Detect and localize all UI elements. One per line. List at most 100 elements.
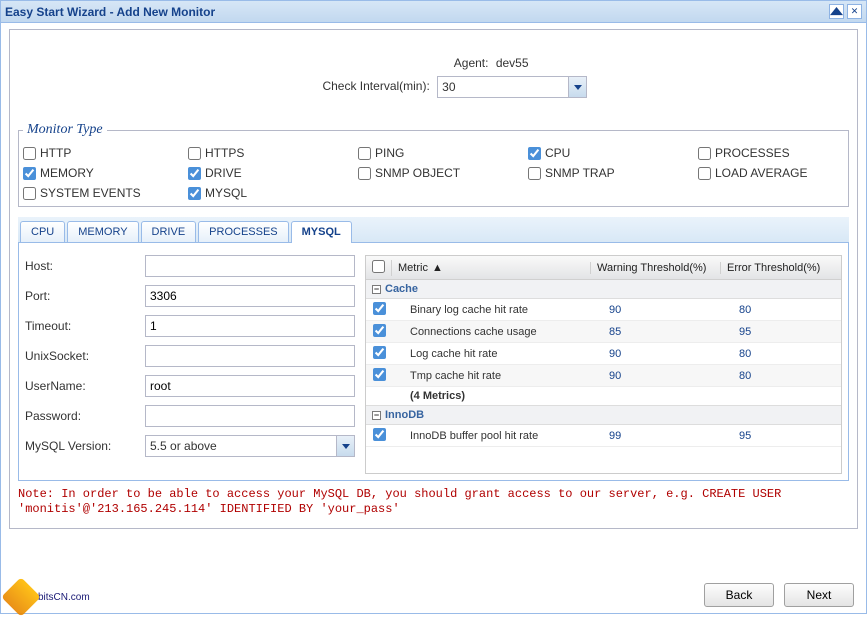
tab-drive[interactable]: DRIVE [141,221,197,242]
monitor-type-label: PING [375,146,404,160]
collapse-icon: − [372,285,381,294]
grid-header-metric[interactable]: Metric▲ [392,262,591,274]
password-label: Password: [25,409,145,423]
monitor-type-checkbox[interactable] [698,167,711,180]
row-checkbox-cell[interactable] [366,324,392,340]
row-checkbox[interactable] [373,368,386,381]
row-checkbox[interactable] [373,428,386,441]
agent-value: dev55 [496,56,529,70]
next-button[interactable]: Next [784,583,854,607]
grid-header-warning[interactable]: Warning Threshold(%) [591,262,721,274]
table-row[interactable]: InnoDB buffer pool hit rate9995 [366,425,841,447]
monitor-type-checkbox[interactable] [188,167,201,180]
monitor-type-label: MYSQL [205,186,247,200]
table-row[interactable]: Binary log cache hit rate9080 [366,299,841,321]
monitor-type-item[interactable]: SNMP TRAP [528,166,698,180]
monitor-type-item[interactable]: SNMP OBJECT [358,166,528,180]
row-checkbox-cell[interactable] [366,346,392,362]
monitor-type-item[interactable]: CPU [528,146,698,160]
grid-body[interactable]: −CacheBinary log cache hit rate9080Conne… [366,280,841,473]
mysql-version-select[interactable]: 5.5 or above [145,435,355,457]
row-error: 80 [733,370,841,382]
tabs-bar: CPUMEMORYDRIVEPROCESSESMYSQL [18,217,849,243]
grid-group-header[interactable]: −InnoDB [366,406,841,425]
tab-mysql[interactable]: MYSQL [291,221,352,243]
monitor-type-checkbox[interactable] [528,167,541,180]
timeout-input[interactable] [145,315,355,337]
monitor-type-item[interactable]: LOAD AVERAGE [698,166,844,180]
row-checkbox[interactable] [373,302,386,315]
close-button[interactable]: ✕ [847,4,862,19]
agent-row: Agent: dev55 [18,56,849,70]
tab-processes[interactable]: PROCESSES [198,221,288,242]
port-input[interactable] [145,285,355,307]
table-row[interactable]: Connections cache usage8595 [366,321,841,343]
access-note: Note: In order to be able to access your… [18,487,849,517]
row-error: 80 [733,304,841,316]
row-checkbox[interactable] [373,346,386,359]
chevron-down-icon [568,77,586,97]
monitor-type-item[interactable]: PING [358,146,528,160]
tab-cpu[interactable]: CPU [20,221,65,242]
monitor-type-checkbox[interactable] [528,147,541,160]
row-checkbox-cell[interactable] [366,368,392,384]
table-row[interactable]: Log cache hit rate9080 [366,343,841,365]
monitor-type-label: HTTP [40,146,71,160]
window-titlebar: Easy Start Wizard - Add New Monitor ✕ [1,1,866,23]
timeout-label: Timeout: [25,319,145,333]
monitor-type-checkbox[interactable] [23,187,36,200]
monitor-type-label: SNMP TRAP [545,166,615,180]
username-label: UserName: [25,379,145,393]
back-button[interactable]: Back [704,583,774,607]
monitor-type-checkbox[interactable] [698,147,711,160]
row-metric: Log cache hit rate [392,348,603,360]
table-row[interactable]: Tmp cache hit rate9080 [366,365,841,387]
monitor-type-item[interactable]: DRIVE [188,166,358,180]
window-title: Easy Start Wizard - Add New Monitor [5,5,826,19]
port-label: Port: [25,289,145,303]
monitor-type-label: SNMP OBJECT [375,166,460,180]
row-checkbox[interactable] [373,324,386,337]
monitor-type-item[interactable]: MEMORY [23,166,188,180]
monitor-type-item[interactable]: HTTP [23,146,188,160]
username-input[interactable] [145,375,355,397]
grid-header-checkbox[interactable] [366,260,392,276]
row-checkbox-cell[interactable] [366,428,392,444]
unixsocket-input[interactable] [145,345,355,367]
monitor-type-item[interactable]: SYSTEM EVENTS [23,186,188,200]
unixsocket-label: UnixSocket: [25,349,145,363]
tab-memory[interactable]: MEMORY [67,221,138,242]
metrics-grid: Metric▲ Warning Threshold(%) Error Thres… [365,255,842,474]
row-metric: Connections cache usage [392,326,603,338]
monitor-type-checkbox[interactable] [188,187,201,200]
monitor-type-checkbox[interactable] [188,147,201,160]
monitor-type-label: DRIVE [205,166,242,180]
collapse-button[interactable] [829,4,844,19]
monitor-type-label: MEMORY [40,166,94,180]
tab-body-mysql: Host: Port: Timeout: UnixSocket: UserNam… [18,243,849,481]
row-warning: 90 [603,370,733,382]
host-input[interactable] [145,255,355,277]
grid-header-error[interactable]: Error Threshold(%) [721,262,841,274]
monitor-type-checkbox[interactable] [358,167,371,180]
mysql-version-label: MySQL Version: [25,439,145,453]
monitor-type-checkbox[interactable] [23,147,36,160]
row-metric: InnoDB buffer pool hit rate [392,430,603,442]
watermark: bitsCN.com [7,583,90,611]
monitor-type-item[interactable]: PROCESSES [698,146,844,160]
grid-group-header[interactable]: −Cache [366,280,841,299]
grid-group-summary: (4 Metrics) [366,387,841,406]
host-label: Host: [25,259,145,273]
row-warning: 90 [603,348,733,360]
monitor-type-item[interactable]: MYSQL [188,186,358,200]
check-interval-select[interactable]: 30 [437,76,587,98]
monitor-type-label: LOAD AVERAGE [715,166,807,180]
grid-group-name: InnoDB [385,409,424,421]
monitor-type-checkbox[interactable] [358,147,371,160]
monitor-type-item[interactable]: HTTPS [188,146,358,160]
monitor-type-checkbox[interactable] [23,167,36,180]
password-input[interactable] [145,405,355,427]
row-metric: Binary log cache hit rate [392,304,603,316]
monitor-type-label: SYSTEM EVENTS [40,186,141,200]
row-checkbox-cell[interactable] [366,302,392,318]
